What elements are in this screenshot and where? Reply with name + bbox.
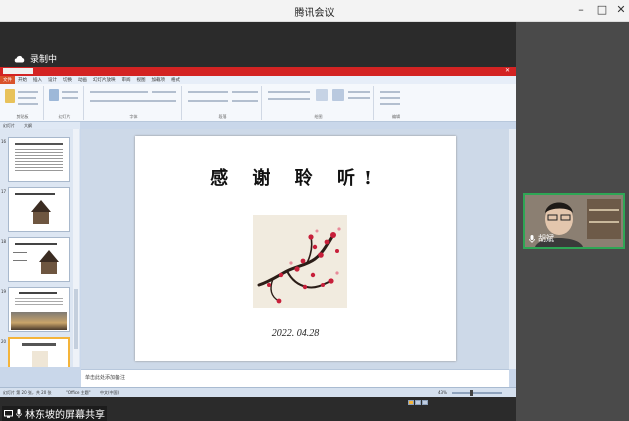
slide-thumbnails: 16 17 18 19 20: [0, 129, 80, 367]
tab-file[interactable]: 文件: [0, 76, 15, 84]
recording-indicator[interactable]: 录制中: [14, 52, 57, 65]
tab-animations[interactable]: 动画: [75, 76, 90, 84]
slide-canvas: 感 谢 聆 听! 2022. 04.28: [81, 129, 509, 369]
participant-label: 胡斌: [529, 233, 554, 244]
thumbnail-number: 18: [1, 239, 7, 244]
tab-view[interactable]: 视图: [134, 76, 149, 84]
new-slide-icon[interactable]: [49, 89, 59, 101]
screen-share-text: 林东坡的屏幕共享: [25, 410, 105, 421]
zoom-level: 43%: [438, 390, 447, 395]
normal-view-icon[interactable]: [408, 400, 414, 405]
plum-blossom-image: [253, 215, 347, 308]
thumbnail-number: 17: [1, 189, 7, 194]
slide-date: 2022. 04.28: [271, 328, 320, 339]
thumbnail-number: 16: [1, 139, 7, 144]
ribbon-group-paragraph: 段落: [184, 86, 262, 120]
zoom-slider[interactable]: [452, 390, 502, 396]
recording-label: 录制中: [30, 55, 58, 65]
notes-placeholder: 单击此处添加备注: [85, 375, 126, 381]
slide-scrollbar[interactable]: [509, 129, 516, 369]
plum-blossom-icon: [257, 227, 341, 304]
slide-thumbnail-17[interactable]: [8, 187, 70, 232]
thumbnail-number: 19: [1, 289, 7, 294]
ribbon-group-label: 剪贴板: [16, 114, 29, 119]
close-button[interactable]: ✕: [614, 3, 628, 16]
reading-view-icon[interactable]: [422, 400, 428, 405]
ribbon-group-slides: 幻灯片: [46, 86, 84, 120]
cloud-icon: [14, 55, 25, 63]
slide-thumbnail-20[interactable]: [8, 337, 70, 367]
ribbon-tabs: 文件 开始 插入 设计 切换 动画 幻灯片放映 审阅 视图 加载项 格式: [0, 76, 516, 84]
ribbon-group-label: 段落: [218, 114, 227, 119]
arrange-icon[interactable]: [316, 89, 328, 101]
ppt-status-bar: 幻灯片 第 20 张，共 20 张 "Office 主题" 中文(中国) 43%: [0, 387, 516, 405]
participant-video-tile[interactable]: 胡斌: [523, 193, 625, 249]
tab-addins[interactable]: 加载项: [149, 76, 169, 84]
quick-styles-icon[interactable]: [332, 89, 344, 101]
thumbnail-scrollbar[interactable]: [73, 129, 79, 367]
slide-pane-tabs: 幻灯片 大纲: [0, 122, 80, 129]
tab-home[interactable]: 开始: [15, 76, 30, 84]
tab-slideshow[interactable]: 幻灯片放映: [90, 76, 119, 84]
slide-heading: 感 谢 聆 听!: [210, 168, 381, 189]
microphone-icon: [529, 234, 535, 243]
window-titlebar: 腾讯会议 – □ ✕: [0, 0, 629, 22]
ribbon-group-label: 幻灯片: [58, 114, 71, 119]
view-buttons: [408, 390, 438, 405]
ribbon-group-editing: 编辑: [376, 86, 416, 120]
ribbon-group-label: 绘图: [314, 114, 323, 119]
theme-name: "Office 主题": [66, 390, 91, 395]
screen-share-label: 林东坡的屏幕共享: [2, 406, 107, 421]
slide-thumbnail-18[interactable]: [8, 237, 70, 282]
slide-counter: 幻灯片 第 20 张，共 20 张: [3, 390, 52, 395]
ribbon-group-clipboard: 剪贴板: [2, 86, 44, 120]
ribbon-group-font: 字体: [86, 86, 182, 120]
microphone-icon: [16, 409, 22, 418]
slide-thumbnail-19[interactable]: [8, 287, 70, 332]
tab-review[interactable]: 审阅: [119, 76, 134, 84]
maximize-button[interactable]: □: [595, 3, 609, 16]
minimize-button[interactable]: –: [574, 3, 588, 16]
tab-transitions[interactable]: 切换: [60, 76, 75, 84]
current-slide[interactable]: 感 谢 聆 听! 2022. 04.28: [135, 136, 456, 361]
powerpoint-window: ✕ 文件 开始 插入 设计 切换 动画 幻灯片放映 审阅 视图 加载项 格式 剪…: [0, 67, 516, 405]
slide-thumbnail-16[interactable]: [8, 137, 70, 182]
window-title: 腾讯会议: [294, 8, 335, 19]
ribbon-group-label: 字体: [129, 114, 138, 119]
ribbon: 剪贴板 幻灯片 字体 段落 绘图 编辑: [0, 84, 516, 122]
language-indicator: 中文(中国): [100, 390, 120, 395]
participant-name: 胡斌: [538, 234, 554, 243]
notes-pane[interactable]: 单击此处添加备注: [81, 369, 509, 387]
ribbon-group-label: 编辑: [392, 114, 400, 119]
tab-design[interactable]: 设计: [45, 76, 60, 84]
ppt-close-icon[interactable]: ✕: [505, 67, 510, 74]
ppt-titlebar: ✕: [0, 67, 516, 76]
tab-insert[interactable]: 插入: [30, 76, 45, 84]
screen-share-icon: [4, 409, 13, 418]
ribbon-group-drawing: 绘图: [264, 86, 374, 120]
tab-format[interactable]: 格式: [168, 76, 183, 84]
sorter-view-icon[interactable]: [415, 400, 421, 405]
thumbnail-number: 20: [1, 339, 7, 344]
quick-access-toolbar[interactable]: [3, 68, 33, 74]
paste-icon[interactable]: [5, 89, 15, 103]
